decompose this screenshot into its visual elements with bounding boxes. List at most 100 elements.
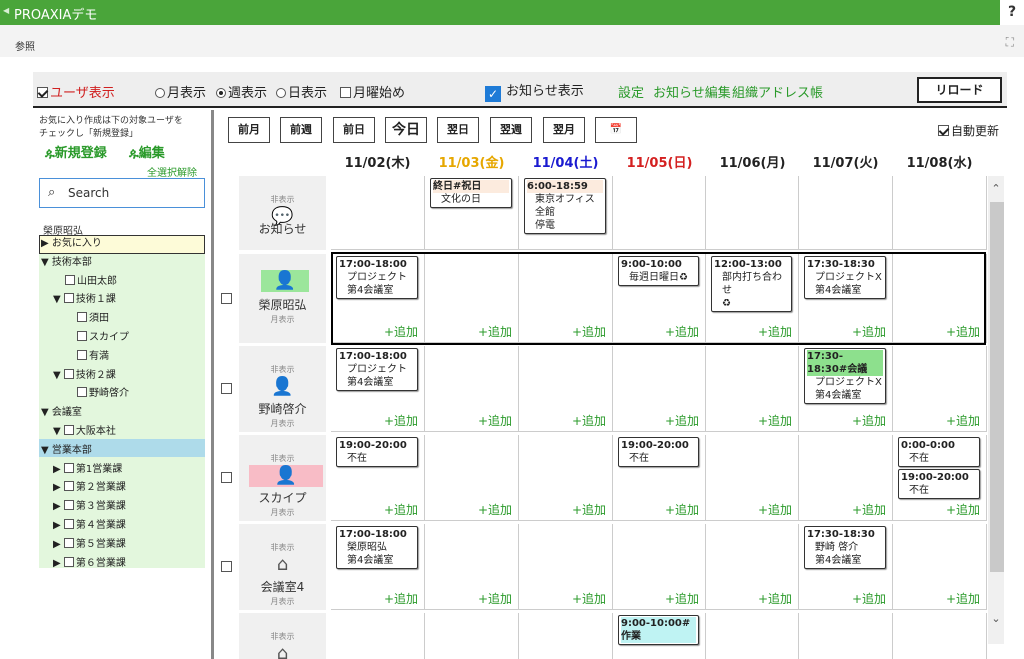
month-view-link[interactable]: 月表示 [239,418,326,429]
day-cell[interactable] [706,613,799,659]
tree-checkbox[interactable] [77,312,87,323]
add-event-button[interactable]: +追加 [572,590,606,607]
add-event-button[interactable]: +追加 [665,412,699,429]
tree-item[interactable]: ▶ 第４営業課 [39,516,205,535]
tree-item[interactable]: ▼ 営業本部 [39,441,205,460]
tree-item[interactable]: ▼ 会議室 [39,403,205,422]
collapse-arrow-icon[interactable]: ▼ [41,257,52,268]
row-checkbox[interactable] [221,383,232,394]
tree-checkbox[interactable] [77,387,87,398]
collapse-arrow-icon[interactable]: ▼ [53,426,64,437]
day-cell[interactable]: +追加 [519,346,613,432]
hide-toggle[interactable]: 非表示 [239,453,326,464]
checkbox-icon[interactable] [340,87,351,98]
tree-item[interactable]: ▼ 大阪本社 [39,422,205,441]
day-cell[interactable]: +追加 [519,524,613,610]
add-event-button[interactable]: +追加 [758,590,792,607]
day-cell[interactable]: +追加 [425,346,519,432]
day-cell[interactable] [613,176,706,250]
edit-link[interactable]: ዹ編集 [129,142,165,161]
add-event-button[interactable]: +追加 [384,501,418,518]
event-card[interactable]: 終日#祝日 文化の日 [430,178,512,208]
reload-button[interactable]: リロード [917,77,1002,103]
tree-item[interactable]: 野崎啓介 [39,384,205,403]
day-cell[interactable] [331,176,425,250]
add-event-button[interactable]: +追加 [946,590,980,607]
add-event-button[interactable]: +追加 [758,412,792,429]
add-event-button[interactable]: +追加 [572,501,606,518]
add-event-button[interactable]: +追加 [665,590,699,607]
tree-checkbox[interactable] [77,349,87,360]
row-header[interactable]: 非表示 ⌂ 会議室4 月表示 [239,524,326,610]
hide-toggle[interactable]: 非表示 [239,631,326,642]
day-cell[interactable]: +追加 [799,435,893,521]
scroll-thumb[interactable] [990,202,1004,572]
event-card[interactable]: 17:00-18:00 プロジェクト 第4会議室 [336,348,418,391]
tree-checkbox[interactable] [63,519,74,529]
day-cell[interactable]: +追加 [613,346,706,432]
expand-arrow-icon[interactable]: ▶ [53,558,64,569]
day-cell[interactable]: +追加 [706,524,799,610]
next-week-button[interactable]: 翌週 [490,117,532,143]
event-card[interactable]: 6:00-18:59 東京オフィス全館 停電 [524,178,606,234]
sidebar-divider[interactable] [211,110,214,659]
calendar-picker-button[interactable]: 📅 [595,117,637,143]
add-event-button[interactable]: +追加 [852,590,886,607]
tree-checkbox[interactable] [77,331,87,341]
tree-item[interactable]: ▶ 第６営業課 [39,554,205,573]
tree-item[interactable]: 山田太郎 [39,272,205,291]
notice-edit-link[interactable]: お知らせ編集 [653,82,731,101]
prev-day-button[interactable]: 前日 [333,117,375,143]
collapse-arrow-icon[interactable]: ▼ [41,407,52,418]
vertical-scrollbar[interactable]: ⌃ ⌄ [988,176,1004,644]
ref-menu[interactable]: 参照 [15,38,35,53]
next-month-button[interactable]: 翌月 [543,117,585,143]
org-address-link[interactable]: 組織アドレス帳 [732,82,823,101]
tree-item[interactable]: 有満 [39,347,205,366]
search-input[interactable]: ⌕ Search [39,178,205,208]
check-icon[interactable]: ✓ [485,86,501,102]
add-event-button[interactable]: +追加 [384,590,418,607]
day-cell[interactable]: +追加 [893,524,987,610]
tree-checkbox[interactable] [65,274,75,285]
tree-checkbox[interactable] [63,500,74,511]
add-event-button[interactable]: +追加 [946,412,980,429]
add-event-button[interactable]: +追加 [478,501,512,518]
day-view-radio[interactable]: 日表示 [276,82,327,101]
row-checkbox[interactable] [221,292,232,304]
day-cell[interactable] [893,176,987,250]
month-view-radio[interactable]: 月表示 [155,82,206,101]
row-header[interactable]: 👤 榮原昭弘 月表示 [239,254,326,343]
prev-week-button[interactable]: 前週 [280,117,322,143]
expand-arrow-icon[interactable]: ▶ [53,501,64,512]
day-cell[interactable]: +追加 [425,524,519,610]
tree-item[interactable]: ▶ 第1営業課 [39,460,205,479]
day-cell[interactable]: +追加 [893,346,987,432]
tree-item[interactable]: ▼ 技術本部 [39,253,205,272]
event-card[interactable]: 9:00-10:00#作業 [618,615,699,645]
month-view-link[interactable]: 月表示 [239,507,326,518]
event-card[interactable]: 19:00-20:00 不在 [336,437,418,467]
event-card[interactable]: 17:00-18:00 榮原昭弘 第4会議室 [336,526,418,569]
add-event-button[interactable]: +追加 [478,412,512,429]
expand-arrow-icon[interactable]: ▶ [53,464,64,475]
month-view-link[interactable]: 月表示 [239,314,326,325]
row-header[interactable]: 非表示 ⌂ [239,613,326,659]
add-event-button[interactable]: +追加 [946,501,980,518]
add-event-button[interactable]: +追加 [852,501,886,518]
notice-view-toggle[interactable]: ✓ お知らせ表示 [485,80,584,102]
tree-item[interactable]: ▶ 第３営業課 [39,497,205,516]
tree-item[interactable]: ▼ 技術１課 [39,290,205,309]
user-view-toggle[interactable]: ユーザ表示 [37,82,115,101]
tree-item[interactable]: ▶ お気に入り [39,234,205,253]
radio-icon[interactable] [216,88,226,98]
add-event-button[interactable]: +追加 [665,501,699,518]
day-cell[interactable] [425,613,519,659]
tree-checkbox[interactable] [63,293,74,304]
day-cell[interactable] [519,613,613,659]
tree-item[interactable]: ▼ 技術２課 [39,366,205,385]
auto-update-toggle[interactable]: 自動更新 [938,122,999,139]
checkbox-icon[interactable] [37,87,48,98]
hide-toggle[interactable]: 非表示 [239,364,326,375]
scroll-down-icon[interactable]: ⌄ [990,612,1002,625]
